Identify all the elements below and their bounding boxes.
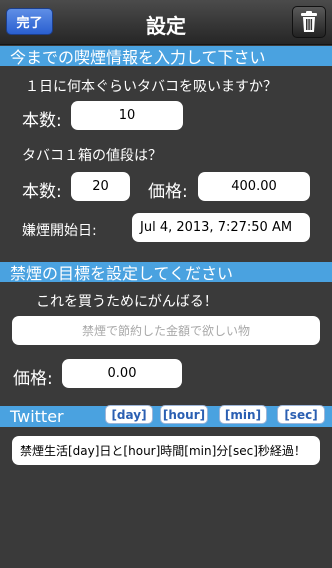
pack-price-label: 価格: (148, 182, 188, 202)
insert-day-button[interactable]: [day] (105, 405, 153, 424)
goal-header: 禁煙の目標を設定してください (0, 262, 332, 283)
daily-count-label: 本数: (22, 111, 62, 131)
pack-price-question: タバコ１箱の値段は？ (22, 148, 162, 164)
goal-prompt: これを買うためにがんばる！ (36, 294, 218, 310)
quit-date-label: 嫌煙開始日: (22, 223, 97, 239)
goal-price-label: 価格: (13, 369, 53, 389)
smoking-info-header: 今までの喫煙情報を入力して下さい (0, 46, 332, 67)
daily-count-field[interactable]: 10 (71, 101, 183, 130)
insert-sec-button[interactable]: [sec] (277, 405, 325, 424)
trash-icon (301, 11, 317, 32)
page-title: 設定 (146, 14, 186, 38)
pack-count-field[interactable]: 20 (71, 172, 130, 201)
quit-date-field[interactable]: Jul 4, 2013, 7:27:50 AM (132, 213, 310, 242)
navigation-bar: 完了 設定 (0, 0, 332, 45)
pack-count-label: 本数: (22, 182, 62, 202)
goal-item-input[interactable]: 禁煙で節約した金額で欲しい物 (12, 316, 320, 345)
tweet-message-field[interactable]: 禁煙生活[day]日と[hour]時間[min]分[sec]秒経過！ (12, 436, 320, 465)
daily-count-question: １日に何本ぐらいタバコを吸いますか？ (25, 79, 277, 95)
insert-min-button[interactable]: [min] (219, 405, 267, 424)
twitter-header-label: Twitter (10, 407, 64, 426)
pack-price-field[interactable]: 400.00 (198, 172, 310, 201)
trash-button[interactable] (292, 6, 326, 38)
insert-hour-button[interactable]: [hour] (160, 405, 208, 424)
goal-price-field[interactable]: 0.00 (62, 359, 182, 388)
